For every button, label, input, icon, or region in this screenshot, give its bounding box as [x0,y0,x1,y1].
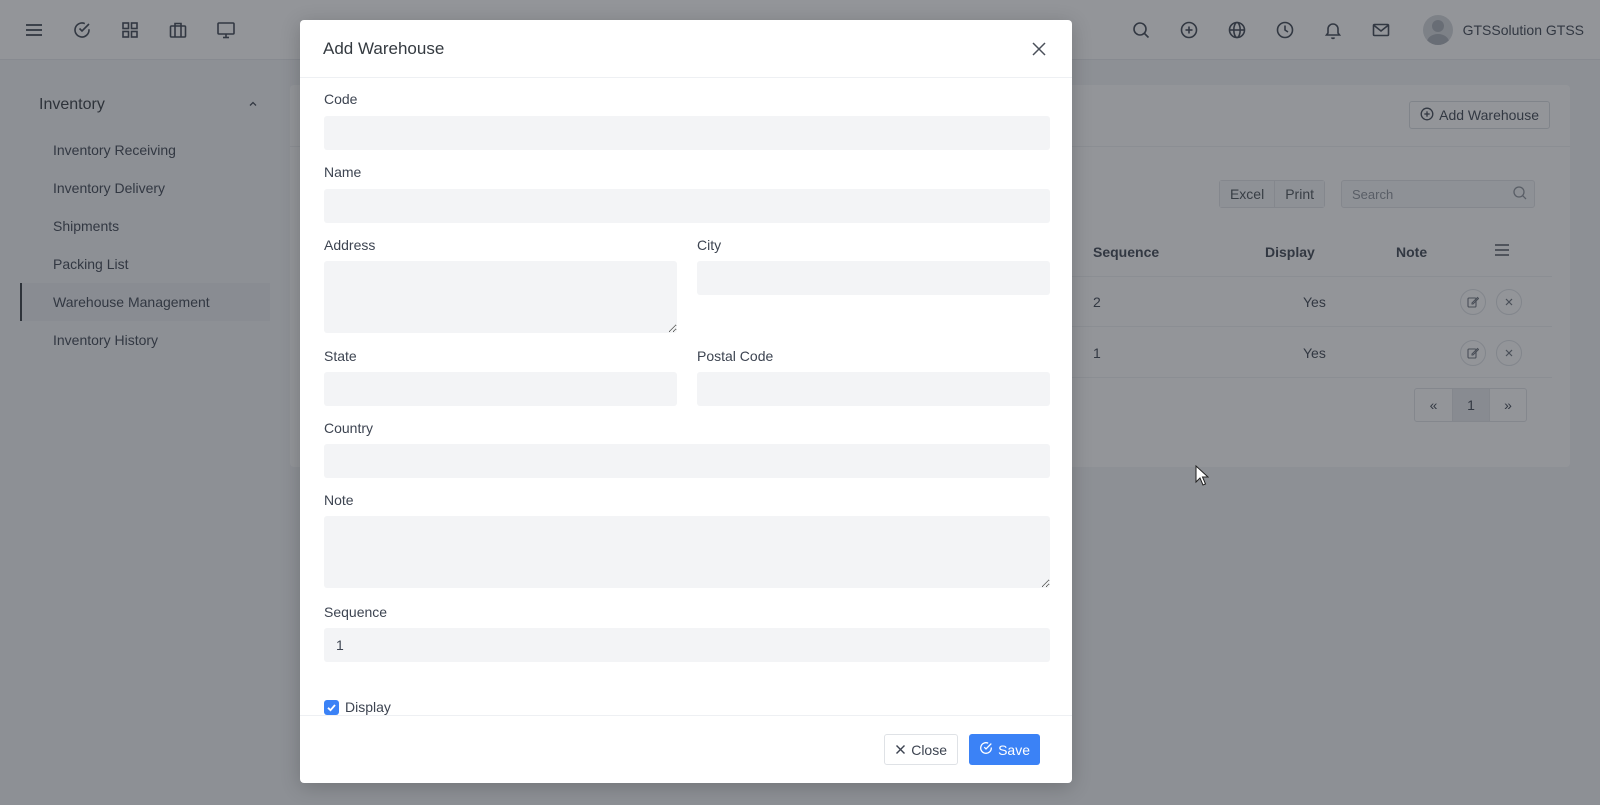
state-input[interactable] [324,372,677,406]
close-button-label: Close [911,741,947,758]
save-button[interactable]: Save [969,734,1040,765]
postal-code-input[interactable] [697,372,1050,406]
save-button-label: Save [998,741,1030,758]
sequence-label: Sequence [324,604,388,620]
display-label: Display [345,699,391,715]
address-label: Address [324,237,376,253]
modal-title: Add Warehouse [323,39,445,58]
city-label: City [697,237,722,253]
country-input[interactable] [324,444,1050,478]
check-circle-icon [979,741,993,758]
note-textarea[interactable] [324,516,1050,588]
city-input[interactable] [697,261,1050,295]
close-icon [895,742,906,758]
modal-footer: Close Save [300,715,1072,783]
modal-header: Add Warehouse [300,20,1072,78]
name-label: Name [324,164,362,180]
name-input[interactable] [324,189,1050,223]
close-button[interactable]: Close [884,734,958,765]
sequence-input[interactable] [324,628,1050,662]
country-label: Country [324,420,374,436]
postal-code-label: Postal Code [697,348,774,364]
mouse-cursor-icon [1195,464,1210,490]
note-label: Note [324,492,354,508]
add-warehouse-modal: Add Warehouse Code Name Address City Sta… [300,20,1072,783]
address-textarea[interactable] [324,261,677,333]
state-label: State [324,348,357,364]
display-checkbox[interactable] [324,699,339,715]
code-label: Code [324,91,358,107]
code-input[interactable] [324,116,1050,150]
display-checkbox-wrapper[interactable]: Display [324,699,391,715]
close-icon[interactable] [1028,38,1050,60]
